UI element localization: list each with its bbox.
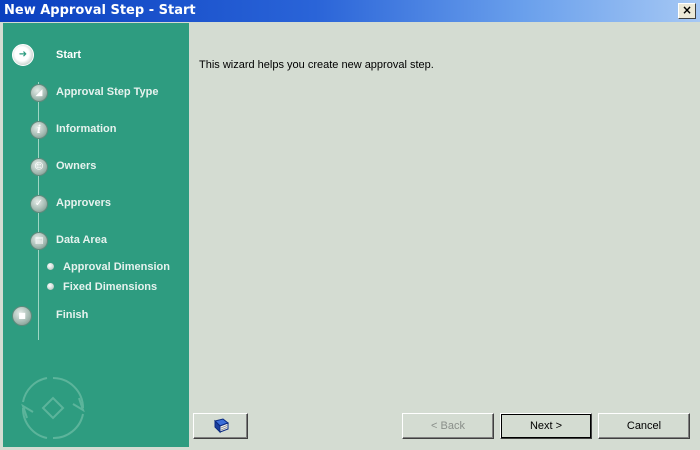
bullet-icon [47,263,54,270]
intro-text: This wizard helps you create new approva… [199,59,434,71]
step-label: Finish [56,309,89,321]
step-label: Approval Step Type [56,86,159,98]
step-approval-step-type: ◢ Approval Step Type [3,81,189,105]
data-area-icon: ▤ [30,232,48,250]
bullet-icon [47,283,54,290]
help-button[interactable] [193,413,248,439]
step-label: Start [56,49,82,61]
step-start: ➜ Start [3,44,189,68]
wizard-logo-icon [21,377,85,440]
step-label: Information [56,123,117,135]
checkmark-icon: ✓ [30,195,48,213]
step-approvers: ✓ Approvers [3,192,189,216]
title-bar[interactable]: New Approval Step - Start × [0,0,700,22]
help-book-icon [213,418,229,434]
window-title: New Approval Step - Start [4,3,196,18]
step-owners: ☺ Owners [3,155,189,179]
content-panel: This wizard helps you create new approva… [190,23,697,447]
step-label: Approvers [56,197,112,209]
step-information: i Information [3,118,189,142]
close-button[interactable]: × [678,3,696,19]
type-icon: ◢ [30,84,48,102]
info-icon: i [30,121,48,139]
cancel-button[interactable]: Cancel [598,413,690,439]
step-data-area: ▤ Data Area [3,229,189,253]
stop-icon: ■ [12,306,32,326]
substep-label: Fixed Dimensions [63,281,158,293]
step-finish: ■ Finish [3,304,189,328]
step-label: Owners [56,160,97,172]
step-label: Data Area [56,234,107,246]
next-button[interactable]: Next > [500,413,592,439]
substep-label: Approval Dimension [63,261,170,273]
substep-fixed-dimensions: Fixed Dimensions [3,279,189,297]
back-button[interactable]: < Back [402,413,494,439]
owners-icon: ☺ [30,158,48,176]
wizard-steps-panel: ➜ Start ◢ Approval Step Type i Informati… [3,23,189,447]
arrow-right-icon: ➜ [12,44,34,66]
substep-approval-dimension: Approval Dimension [3,259,189,277]
wizard-window: New Approval Step - Start × ➜ Start ◢ Ap… [0,0,700,450]
